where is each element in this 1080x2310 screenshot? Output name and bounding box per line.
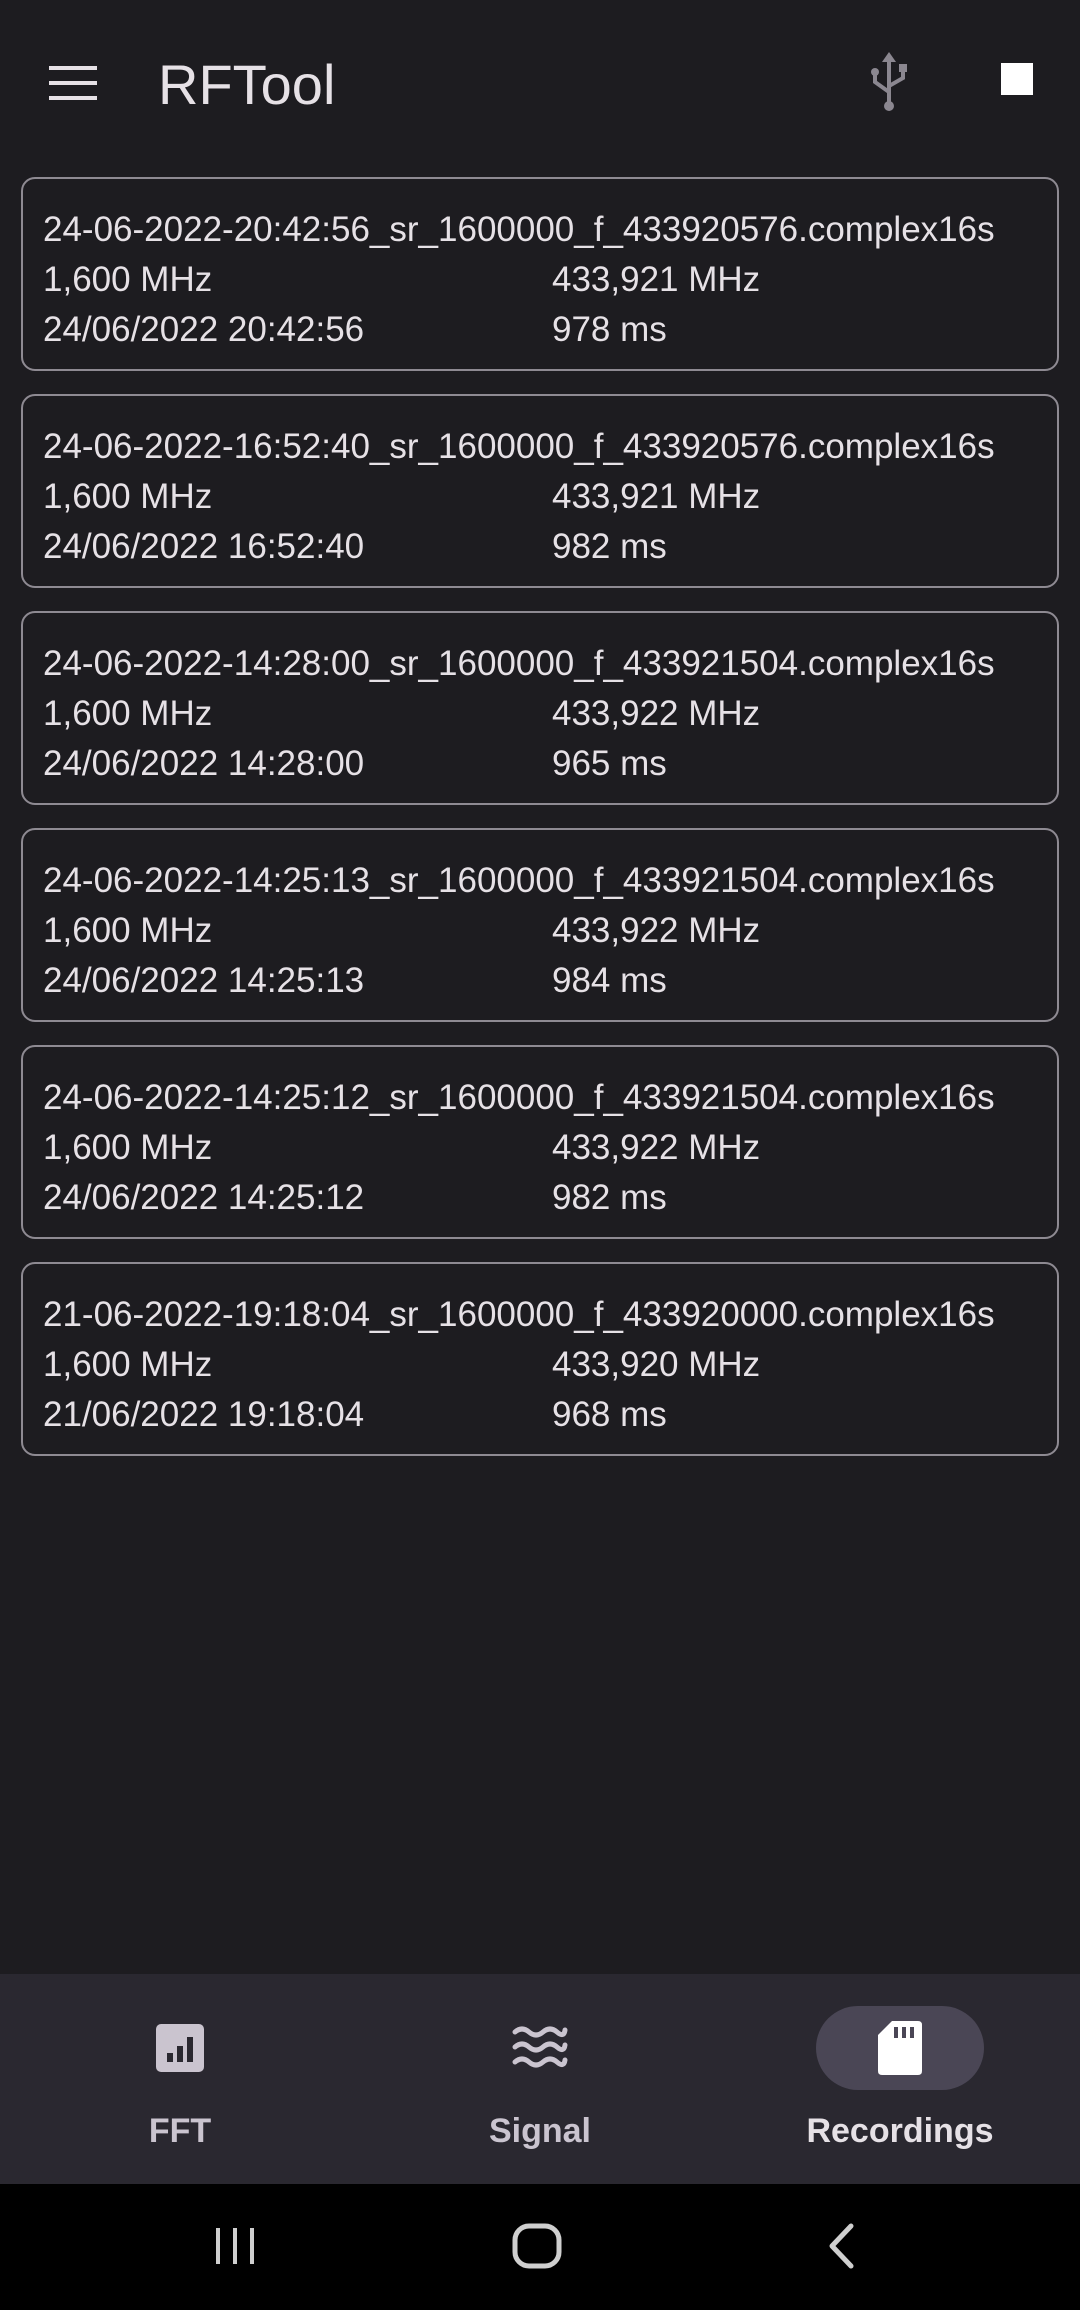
hamburger-menu-icon bbox=[49, 66, 97, 100]
recording-datetime: 21/06/2022 19:18:04 bbox=[43, 1395, 365, 1434]
recording-duration: 982 ms bbox=[552, 527, 667, 566]
recent-apps-icon bbox=[216, 2228, 254, 2264]
home-icon bbox=[512, 2223, 562, 2269]
recording-card[interactable]: 21-06-2022-19:18:04_sr_1600000_f_4339200… bbox=[21, 1262, 1059, 1456]
recording-filename: 24-06-2022-16:52:40_sr_1600000_f_4339205… bbox=[43, 427, 995, 466]
recording-row: 21/06/2022 19:18:04 968 ms bbox=[43, 1390, 1037, 1440]
nav-pill bbox=[96, 2006, 264, 2090]
nav-item-signal[interactable]: Signal bbox=[360, 1974, 720, 2184]
recording-frequency: 433,922 MHz bbox=[552, 1128, 761, 1167]
bottom-navigation: FFT Signal Recordings bbox=[0, 1974, 1080, 2184]
usb-button[interactable] bbox=[856, 44, 922, 120]
recording-datetime: 24/06/2022 16:52:40 bbox=[43, 527, 365, 566]
menu-button[interactable] bbox=[40, 50, 106, 116]
recording-card[interactable]: 24-06-2022-14:25:12_sr_1600000_f_4339215… bbox=[21, 1045, 1059, 1239]
nav-item-recordings[interactable]: Recordings bbox=[720, 1974, 1080, 2184]
app-title: RFTool bbox=[158, 53, 336, 116]
recording-sample-rate: 1,600 MHz bbox=[43, 694, 213, 733]
recording-row: 1,600 MHz 433,920 MHz bbox=[43, 1340, 1037, 1390]
recording-card[interactable]: 24-06-2022-16:52:40_sr_1600000_f_4339205… bbox=[21, 394, 1059, 588]
recording-filename: 24-06-2022-14:25:12_sr_1600000_f_4339215… bbox=[43, 1078, 995, 1117]
recording-datetime: 24/06/2022 14:25:12 bbox=[43, 1178, 365, 1217]
recording-row: 1,600 MHz 433,921 MHz bbox=[43, 472, 1037, 522]
recording-row: 1,600 MHz 433,922 MHz bbox=[43, 1123, 1037, 1173]
nav-label-fft: FFT bbox=[148, 2112, 212, 2150]
home-button[interactable] bbox=[492, 2206, 582, 2286]
waves-icon bbox=[512, 2026, 568, 2068]
recording-filename: 24-06-2022-14:25:13_sr_1600000_f_4339215… bbox=[43, 861, 995, 900]
bar-chart-icon bbox=[156, 2024, 204, 2072]
recording-frequency: 433,922 MHz bbox=[552, 694, 761, 733]
recording-duration: 965 ms bbox=[552, 744, 667, 783]
recording-filename: 21-06-2022-19:18:04_sr_1600000_f_4339200… bbox=[43, 1295, 995, 1334]
recording-card[interactable]: 24-06-2022-20:42:56_sr_1600000_f_4339205… bbox=[21, 177, 1059, 371]
nav-label-recordings: Recordings bbox=[806, 2112, 994, 2150]
recording-row: 24/06/2022 14:28:00 965 ms bbox=[43, 739, 1037, 789]
back-button[interactable] bbox=[796, 2206, 886, 2286]
recording-frequency: 433,922 MHz bbox=[552, 911, 761, 950]
recording-sample-rate: 1,600 MHz bbox=[43, 477, 213, 516]
nav-pill bbox=[456, 2006, 624, 2090]
recording-row: 24/06/2022 20:42:56 978 ms bbox=[43, 305, 1037, 355]
recording-sample-rate: 1,600 MHz bbox=[43, 1128, 213, 1167]
nav-item-fft[interactable]: FFT bbox=[0, 1974, 360, 2184]
recording-card[interactable]: 24-06-2022-14:25:13_sr_1600000_f_4339215… bbox=[21, 828, 1059, 1022]
usb-icon bbox=[871, 52, 907, 111]
recording-card[interactable]: 24-06-2022-14:28:00_sr_1600000_f_4339215… bbox=[21, 611, 1059, 805]
recording-frequency: 433,921 MHz bbox=[552, 477, 761, 516]
recent-apps-button[interactable] bbox=[190, 2206, 280, 2286]
recording-sample-rate: 1,600 MHz bbox=[43, 911, 213, 950]
recording-row: 24/06/2022 14:25:13 984 ms bbox=[43, 956, 1037, 1006]
recording-filename: 24-06-2022-20:42:56_sr_1600000_f_4339205… bbox=[43, 210, 995, 249]
stop-icon bbox=[1001, 63, 1033, 95]
recording-row: 1,600 MHz 433,921 MHz bbox=[43, 255, 1037, 305]
app-bar: RFTool bbox=[0, 0, 1080, 170]
recording-frequency: 433,920 MHz bbox=[552, 1345, 761, 1384]
recording-row: 1,600 MHz 433,922 MHz bbox=[43, 906, 1037, 956]
recording-sample-rate: 1,600 MHz bbox=[43, 260, 213, 299]
sd-card-icon bbox=[878, 2021, 922, 2075]
nav-label-signal: Signal bbox=[488, 2112, 592, 2150]
recording-duration: 978 ms bbox=[552, 310, 667, 349]
recording-sample-rate: 1,600 MHz bbox=[43, 1345, 213, 1384]
recording-duration: 984 ms bbox=[552, 961, 667, 1000]
system-navigation-bar bbox=[0, 2184, 1080, 2310]
back-icon bbox=[829, 2223, 854, 2269]
stop-button[interactable] bbox=[984, 46, 1050, 112]
recording-filename: 24-06-2022-14:28:00_sr_1600000_f_4339215… bbox=[43, 644, 995, 683]
recording-duration: 968 ms bbox=[552, 1395, 667, 1434]
recording-row: 24/06/2022 16:52:40 982 ms bbox=[43, 522, 1037, 572]
recording-duration: 982 ms bbox=[552, 1178, 667, 1217]
recording-row: 1,600 MHz 433,922 MHz bbox=[43, 689, 1037, 739]
recording-row: 24/06/2022 14:25:12 982 ms bbox=[43, 1173, 1037, 1223]
recording-frequency: 433,921 MHz bbox=[552, 260, 761, 299]
recording-datetime: 24/06/2022 14:25:13 bbox=[43, 961, 365, 1000]
nav-pill-active bbox=[816, 2006, 984, 2090]
recordings-list: 24-06-2022-20:42:56_sr_1600000_f_4339205… bbox=[21, 177, 1059, 1479]
recording-datetime: 24/06/2022 20:42:56 bbox=[43, 310, 365, 349]
recording-datetime: 24/06/2022 14:28:00 bbox=[43, 744, 365, 783]
